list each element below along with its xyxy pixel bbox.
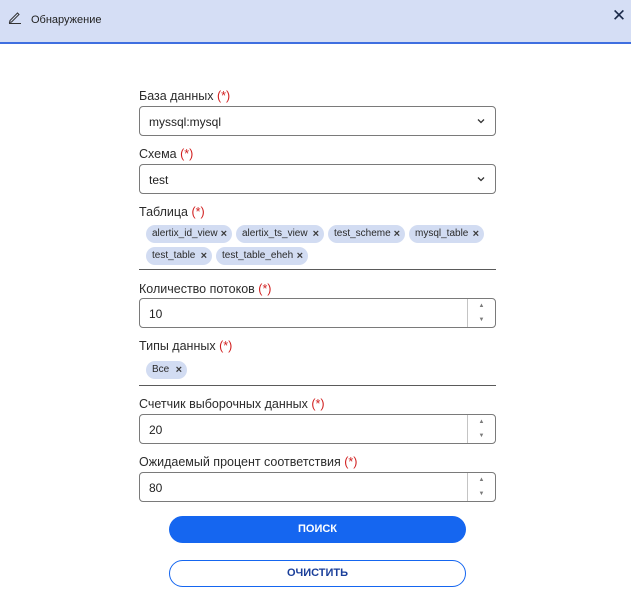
remove-chip-icon[interactable]: ×: [313, 225, 319, 243]
table-chip: test_table ×: [146, 247, 212, 265]
remove-chip-icon[interactable]: ×: [221, 225, 227, 243]
increment-icon[interactable]: ▲: [468, 415, 495, 429]
table-chip: alertix_ts_view ×: [236, 225, 324, 243]
schema-select[interactable]: test: [139, 164, 496, 194]
remove-chip-icon[interactable]: ×: [297, 247, 303, 265]
table-chip: test_scheme ×: [328, 225, 405, 243]
close-button[interactable]: ✕: [610, 6, 628, 26]
increment-icon[interactable]: ▲: [468, 473, 495, 487]
match-percent-input[interactable]: 80 ▲ ▼: [139, 472, 496, 502]
required-mark: (*): [180, 147, 194, 161]
divider: [139, 269, 496, 270]
sample-counter-stepper[interactable]: ▲ ▼: [467, 415, 495, 443]
match-percent-stepper[interactable]: ▲ ▼: [467, 473, 495, 501]
database-value: myssql:mysql: [149, 115, 222, 129]
table-chip: mysql_table ×: [409, 225, 484, 243]
table-chip: alertix_id_view ×: [146, 225, 232, 243]
threads-label: Количество потоков (*): [139, 282, 272, 296]
increment-icon[interactable]: ▲: [468, 299, 495, 313]
database-label: База данных (*): [139, 89, 231, 103]
threads-stepper[interactable]: ▲ ▼: [467, 299, 495, 327]
remove-chip-icon[interactable]: ×: [176, 361, 182, 379]
sample-counter-input[interactable]: 20 ▲ ▼: [139, 414, 496, 444]
close-icon[interactable]: ✕: [612, 6, 626, 25]
table-chip: test_table_eheh ×: [216, 247, 308, 265]
data-type-chip: Все ×: [146, 361, 187, 379]
required-mark: (*): [311, 397, 325, 411]
required-mark: (*): [344, 455, 358, 469]
decrement-icon[interactable]: ▼: [468, 429, 495, 443]
remove-chip-icon[interactable]: ×: [394, 225, 400, 243]
threads-input[interactable]: 10 ▲ ▼: [139, 298, 496, 328]
match-percent-label: Ожидаемый процент соответствия (*): [139, 455, 358, 469]
data-types-label: Типы данных (*): [139, 339, 233, 353]
table-label: Таблица (*): [139, 205, 205, 219]
match-percent-value[interactable]: 80: [149, 481, 162, 495]
window-titlebar: Обнаружение ✕: [0, 0, 631, 44]
remove-chip-icon[interactable]: ×: [473, 225, 479, 243]
search-button[interactable]: ПОИСК: [169, 516, 466, 543]
pencil-icon: [8, 12, 21, 24]
required-mark: (*): [216, 89, 231, 103]
decrement-icon[interactable]: ▼: [468, 487, 495, 501]
sample-counter-value[interactable]: 20: [149, 423, 162, 437]
chevron-down-icon[interactable]: [476, 116, 486, 126]
sample-counter-label: Счетчик выборочных данных (*): [139, 397, 325, 411]
schema-value: test: [149, 173, 169, 187]
divider: [139, 385, 496, 386]
required-mark: (*): [191, 205, 205, 219]
database-select[interactable]: myssql:mysql: [139, 106, 496, 136]
window-title: Обнаружение: [31, 14, 102, 26]
threads-value[interactable]: 10: [149, 307, 162, 321]
required-mark: (*): [258, 282, 272, 296]
required-mark: (*): [219, 339, 233, 353]
decrement-icon[interactable]: ▼: [468, 313, 495, 327]
chevron-down-icon[interactable]: [476, 174, 486, 184]
clear-button[interactable]: ОЧИСТИТЬ: [169, 560, 466, 587]
schema-label: Схема (*): [139, 147, 194, 161]
remove-chip-icon[interactable]: ×: [201, 247, 207, 265]
